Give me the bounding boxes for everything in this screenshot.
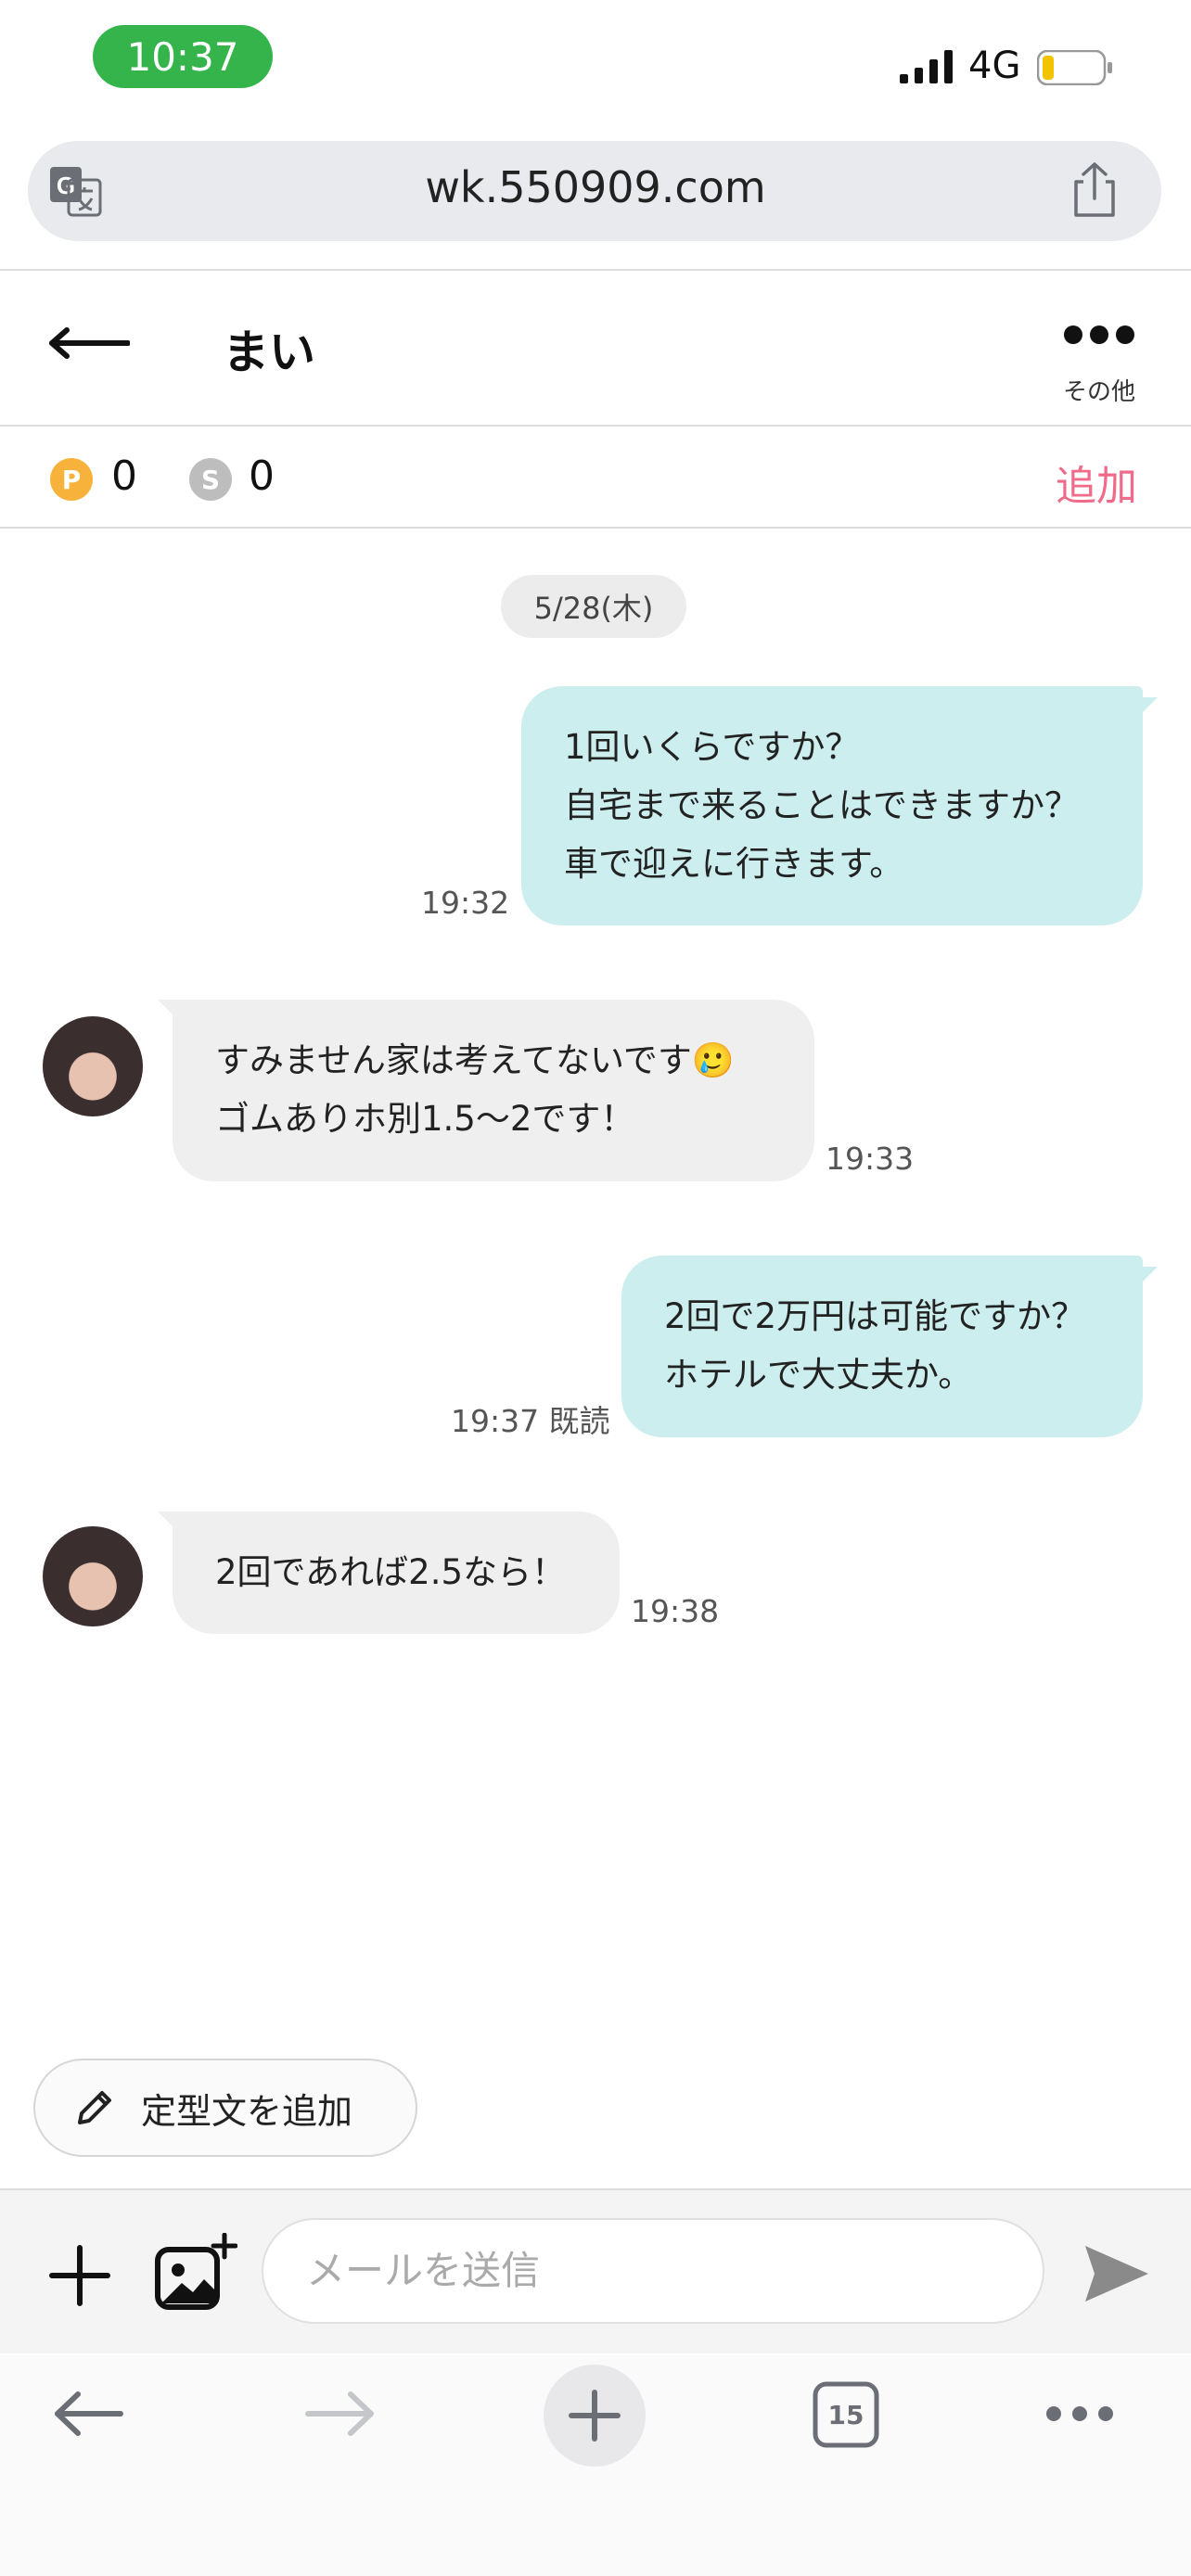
url-text[interactable]: wk.550909.com xyxy=(0,162,1191,212)
plus-icon xyxy=(569,2390,621,2442)
message-time: 19:32 xyxy=(421,885,510,921)
avatar[interactable] xyxy=(43,1016,143,1116)
send-icon[interactable] xyxy=(1082,2242,1150,2305)
points-p-value: 0 xyxy=(111,453,137,500)
tabs-count: 15 xyxy=(827,2399,864,2430)
avatar[interactable] xyxy=(43,1526,143,1626)
new-tab-button[interactable] xyxy=(544,2365,646,2467)
points-s-value: 0 xyxy=(249,453,275,500)
browser-forward-icon[interactable] xyxy=(302,2391,377,2437)
signal-icon xyxy=(900,50,953,83)
bubble-tail xyxy=(1130,697,1158,725)
more-icon[interactable] xyxy=(1063,321,1135,349)
pencil-icon xyxy=(78,2091,111,2124)
back-arrow-icon[interactable] xyxy=(48,325,130,362)
message-bubble-outgoing: 2回で2万円は可能ですか？ ホテルで大丈夫か。 xyxy=(621,1256,1143,1437)
status-time: 10:37 xyxy=(93,25,273,88)
message-line: ゴムありホ別1.5〜2です！ xyxy=(215,1099,635,1139)
browser-back-icon[interactable] xyxy=(52,2391,126,2437)
message-input[interactable]: メールを送信 xyxy=(262,2218,1044,2324)
plus-icon[interactable] xyxy=(48,2244,111,2307)
date-separator: 5/28(木) xyxy=(501,575,686,638)
add-template-label: 定型文を追加 xyxy=(141,2090,353,2132)
message-bubble-outgoing: 1回いくらですか？ 自宅まで来ることはできますか？ 車で迎えに行きます。 xyxy=(521,686,1143,925)
points-p-icon: P xyxy=(50,458,93,501)
message-time-read: 19:37 既読 xyxy=(451,1403,610,1439)
battery-icon xyxy=(1037,50,1112,85)
points-s-icon: S xyxy=(189,458,232,501)
chat-title: まい xyxy=(223,325,315,379)
message-line: ホテルで大丈夫か。 xyxy=(664,1355,973,1395)
add-points-link[interactable]: 追加 xyxy=(1056,453,1137,512)
add-template-button[interactable]: 定型文を追加 xyxy=(33,2059,417,2157)
message-time: 19:33 xyxy=(826,1141,915,1177)
message-line: すみません家は考えてないです🥲 xyxy=(215,1040,735,1080)
message-bubble-incoming: 2回であれば2.5なら！ xyxy=(173,1511,620,1634)
message-time: 19:38 xyxy=(631,1593,720,1629)
message-line: 車で迎えに行きます。 xyxy=(564,844,904,884)
network-label: 4G xyxy=(968,45,1021,87)
message-line: 2回で2万円は可能ですか？ xyxy=(664,1296,1086,1336)
message-bubble-incoming: すみません家は考えてないです🥲 ゴムありホ別1.5〜2です！ xyxy=(173,1000,814,1181)
message-line: 自宅まで来ることはできますか？ xyxy=(564,785,1079,825)
image-add-icon[interactable] xyxy=(154,2233,237,2311)
message-line: 2回であれば2.5なら！ xyxy=(215,1552,567,1592)
divider xyxy=(0,425,1191,427)
bubble-tail xyxy=(1130,1267,1158,1294)
tabs-button[interactable]: 15 xyxy=(813,2381,879,2448)
message-line: 1回いくらですか？ xyxy=(564,727,860,767)
divider xyxy=(0,527,1191,529)
more-label[interactable]: その他 xyxy=(1039,373,1159,407)
share-icon[interactable] xyxy=(1069,161,1121,219)
divider xyxy=(0,269,1191,271)
browser-menu-icon[interactable] xyxy=(1044,2402,1115,2426)
